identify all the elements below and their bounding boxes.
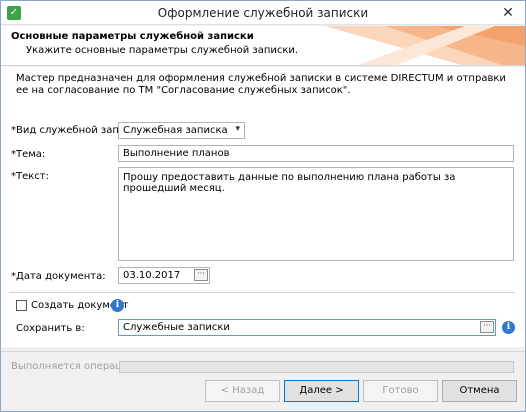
done-button[interactable]: Готово xyxy=(363,380,438,402)
wizard-content: Мастер предназначен для оформления служе… xyxy=(1,67,525,347)
save-in-value: Служебные записки xyxy=(123,322,230,333)
text-label: *Текст: xyxy=(11,171,49,182)
window-title: Оформление служебной записки xyxy=(157,6,369,20)
save-in-browse-button[interactable]: ··· xyxy=(480,321,494,333)
footer-divider xyxy=(1,351,525,352)
topic-label: *Тема: xyxy=(11,149,46,160)
chevron-down-icon: ▾ xyxy=(235,124,240,134)
back-button[interactable]: < Назад xyxy=(205,380,280,402)
text-area[interactable]: Прошу предоставить данные по выполнению … xyxy=(118,167,514,261)
date-label: *Дата документа: xyxy=(11,271,106,282)
cancel-button[interactable]: Отмена xyxy=(442,380,517,402)
intro-text: Мастер предназначен для оформления служе… xyxy=(16,73,506,96)
date-picker-button[interactable]: ··· xyxy=(194,269,208,281)
date-value: 03.10.2017 xyxy=(123,270,181,281)
wizard-window: ✓ Оформление служебной записки ✕ Основны… xyxy=(0,0,526,412)
header-subtitle: Укажите основные параметры служебной зап… xyxy=(26,45,299,56)
next-button[interactable]: Далее > xyxy=(284,380,359,402)
progress-bar xyxy=(119,361,514,373)
header-title: Основные параметры служебной записки xyxy=(11,31,254,42)
save-in-info-icon[interactable]: i xyxy=(502,321,515,334)
kind-value: Служебная записка xyxy=(123,125,228,136)
topic-input[interactable]: Выполнение планов xyxy=(118,145,514,162)
close-button[interactable]: ✕ xyxy=(497,4,519,22)
title-bar: ✓ Оформление служебной записки ✕ xyxy=(1,1,525,25)
save-in-input[interactable]: Служебные записки ··· xyxy=(118,319,496,336)
date-input[interactable]: 03.10.2017 ··· xyxy=(118,267,210,284)
create-document-info-icon[interactable]: i xyxy=(111,299,124,312)
kind-select[interactable]: Служебная записка ▾ xyxy=(118,122,245,139)
operation-label: Выполняется операция xyxy=(11,361,135,372)
create-document-checkbox[interactable] xyxy=(16,300,27,311)
form-divider xyxy=(9,292,515,293)
wizard-header: Основные параметры служебной записки Ука… xyxy=(1,26,525,66)
save-in-label: Сохранить в: xyxy=(16,323,85,334)
header-decoration xyxy=(325,26,525,65)
